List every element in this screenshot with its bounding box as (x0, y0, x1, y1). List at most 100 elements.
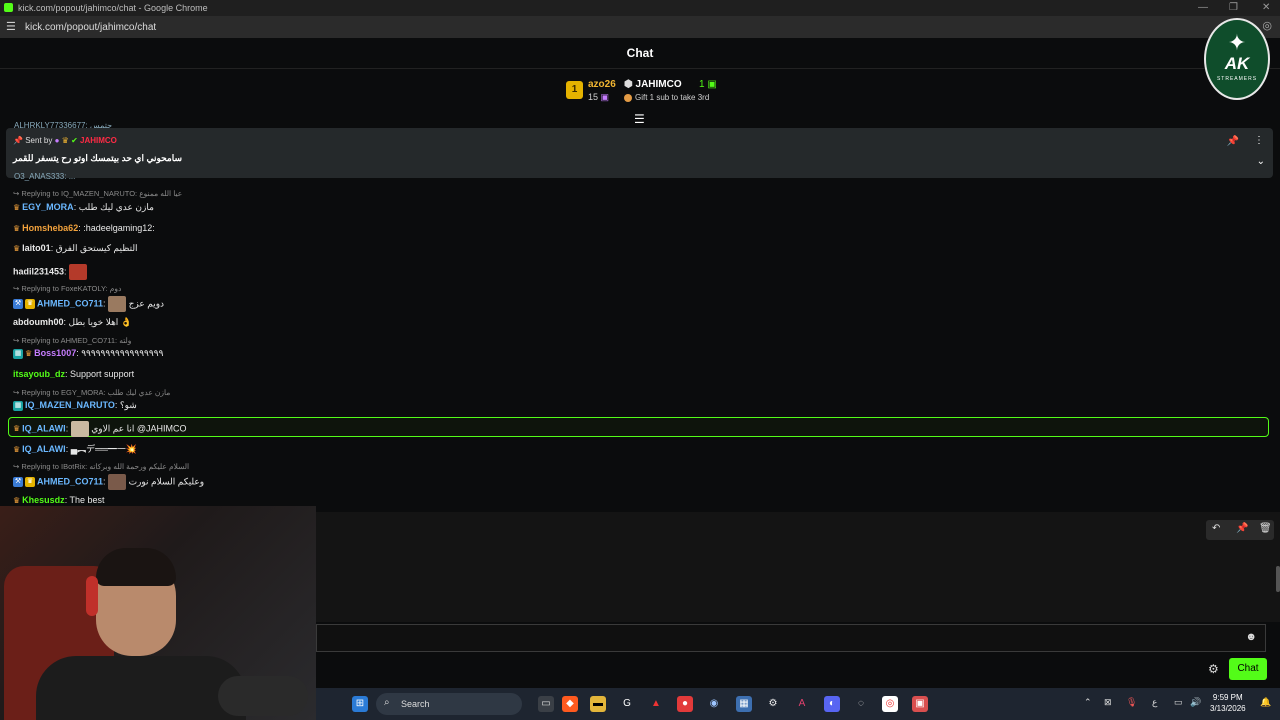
pinned-sender-row: 📌 Sent by ● ♛ ✔ JAHIMCO (13, 136, 117, 145)
chat-username[interactable]: itsayoub_dz (13, 369, 65, 379)
chat-message: ♛ Khesusdz: The best (13, 495, 105, 505)
emote-image (70, 421, 89, 437)
reply-context: ↪ Replying to FoxeKATOLY: دوم (13, 284, 122, 293)
delete-icon[interactable]: 🗑 (1259, 523, 1272, 534)
gift-goal: Gift 1 sub to take 3rd (624, 93, 709, 102)
subscriber-badge-icon: ▦ (13, 400, 23, 411)
chat-username[interactable]: Homsheba62 (22, 223, 78, 233)
chat-username[interactable]: Boss1007 (34, 348, 76, 358)
chat-message: itsayoub_dz: Support support (13, 369, 135, 379)
chat-username[interactable]: hadil231453 (13, 266, 64, 276)
chat-message: ♛ Homsheba62: :hadeelgaming12: (13, 223, 155, 233)
chat-message: ⚒ ♛ AHMED_CO711: دويم عزج (13, 296, 164, 312)
reply-context: ↪ Replying to AHMED_CO711: ولته (13, 336, 132, 345)
windows-start-icon[interactable]: ⊞ (352, 696, 368, 712)
brave-icon[interactable]: ◆ (562, 696, 578, 712)
microphone (218, 676, 308, 716)
chat-username[interactable]: IQ_MAZEN_NARUTO (25, 400, 115, 410)
notification-icon[interactable]: 🔔 (1260, 697, 1271, 708)
reply-text: Replying to AHMED_CO711: ولته (21, 336, 132, 345)
chat-title: Chat (626, 46, 654, 60)
file-explorer-icon[interactable]: ▬ (590, 696, 606, 712)
site-info-icon[interactable]: ☰ (6, 20, 16, 33)
taskbar-search[interactable]: ⌕ Search (376, 693, 522, 715)
close-icon[interactable]: ✕ (1262, 2, 1270, 13)
reply-text: Replying to EGY_MORA: مازن عدي ليك طلب (21, 388, 171, 397)
pinned-message[interactable]: 📌 Sent by ● ♛ ✔ JAHIMCO سامحوني اي حد بي… (6, 128, 1273, 178)
emoji-icon[interactable]: ☻ (1245, 631, 1257, 643)
chevron-down-icon[interactable]: ⌄ (1257, 156, 1265, 167)
crown-badge-icon: ♛ (13, 203, 21, 212)
chat-username[interactable]: Khesusdz (22, 495, 65, 505)
a-app-icon[interactable]: A (794, 696, 810, 712)
gift-leaderboard[interactable]: 1 azo26 15 ▣ ⬢ JAHIMCO 1 ▣ Gift 1 sub to… (566, 78, 766, 108)
chat-username[interactable]: AHMED_CO711 (37, 476, 103, 486)
chat-username[interactable]: IQ_ALAWI (22, 444, 66, 454)
chat-message-text: ▄︻デ══━一💥 (70, 444, 138, 454)
network-app-icon[interactable]: ▦ (736, 696, 752, 712)
rank-badge: 1 (566, 81, 583, 99)
g-app-icon[interactable]: G (619, 696, 635, 712)
streamer-hair (96, 548, 176, 586)
settings-gear-icon[interactable]: ⚙ (1208, 662, 1219, 676)
streamlabs-icon[interactable]: ▣ (912, 696, 928, 712)
obs-icon[interactable]: ◌ (853, 696, 869, 712)
address-bar[interactable]: ☰ kick.com/popout/jahimco/chat ◎ (0, 16, 1280, 38)
chat-message-text: شو؟ (119, 400, 137, 410)
steam-icon[interactable]: ◉ (706, 696, 722, 712)
chat-message-text: The best (69, 495, 105, 505)
url-text[interactable]: kick.com/popout/jahimco/chat (25, 22, 156, 33)
chat-username[interactable]: EGY_MORA (22, 202, 74, 212)
search-label: Search (401, 699, 430, 709)
volume-icon[interactable]: 🔊 (1190, 697, 1201, 708)
chat-username[interactable]: laito01 (22, 243, 51, 253)
reply-icon[interactable]: ↶ (1212, 523, 1220, 534)
reply-text: Replying to FoxeKATOLY: دوم (21, 284, 122, 293)
sort-down-icon[interactable]: ☰ (634, 112, 645, 126)
top-gifter-name[interactable]: azo26 (588, 79, 616, 90)
record-app-icon[interactable]: ● (677, 696, 693, 712)
task-view-icon[interactable]: ▭ (538, 696, 554, 712)
pin-message-icon[interactable]: 📌 (1236, 523, 1248, 534)
reply-context: ↪ Replying to IQ_MAZEN_NARUTO: عيا الله … (13, 189, 183, 198)
reply-text: Replying to IBotRix: السلام عليكم ورحمة … (21, 462, 190, 471)
verified-badge-icon: ✔ (71, 136, 78, 145)
chat-username[interactable]: AHMED_CO711 (37, 298, 103, 308)
tool-badge-icon: ⚒ (13, 477, 23, 487)
language-indicator[interactable]: ع (1152, 697, 1157, 708)
kick-favicon-icon (4, 3, 13, 12)
chrome-icon[interactable]: ◎ (882, 696, 898, 712)
hexagon-icon: ⬢ (624, 79, 633, 90)
streamer-body (36, 656, 246, 720)
pin-icon[interactable]: 📌 (1227, 136, 1239, 147)
discord-icon[interactable]: ◐ (824, 696, 840, 712)
more-options-icon[interactable]: ⋮ (1254, 135, 1264, 146)
network-icon[interactable]: ▭ (1174, 697, 1183, 708)
chat-username[interactable]: IQ_ALAWI (22, 423, 66, 433)
scrollbar-thumb[interactable] (1276, 566, 1280, 592)
send-chat-button[interactable]: Chat (1229, 658, 1267, 680)
clock-date: 3/13/2026 (1210, 704, 1246, 713)
chat-message-text: دويم عزج (128, 298, 165, 309)
chat-input[interactable]: ☻ (316, 624, 1266, 652)
emote-image (108, 474, 127, 490)
chat-message: ▦ ♛ Boss1007: ٩٩٩٩٩٩٩٩٩٩٩٩٩٩٩٩٩ (13, 348, 164, 359)
window-title: kick.com/popout/jahimco/chat - Google Ch… (18, 3, 208, 13)
chat-message: ♛ EGY_MORA: مازن عدي ليك طلب (13, 202, 154, 212)
settings-app-icon[interactable]: ⚙ (765, 696, 781, 712)
streamer-name-wrap[interactable]: ⬢ JAHIMCO (624, 79, 682, 90)
pinned-sender[interactable]: JAHIMCO (80, 136, 117, 145)
tray-overflow-icon[interactable]: ⌃ (1084, 697, 1092, 708)
maximize-icon[interactable]: ❐ (1229, 2, 1238, 13)
chat-username[interactable]: abdoumh00 (13, 317, 64, 327)
reply-text: Replying to IQ_MAZEN_NARUTO: عيا الله مم… (21, 189, 183, 198)
minimize-icon[interactable]: — (1198, 2, 1208, 13)
crown-badge-icon: ♛ (13, 424, 21, 434)
tray-app-icon[interactable]: ⊠ (1104, 697, 1112, 708)
triangle-app-icon[interactable]: ▲ (648, 696, 664, 712)
streamer-name: JAHIMCO (635, 79, 682, 90)
headset (86, 576, 98, 616)
system-clock[interactable]: 9:59 PM 3/13/2026 (1210, 692, 1246, 714)
crown-badge-icon: ♛ (13, 244, 21, 253)
mic-tray-icon[interactable]: 🎙 (1126, 697, 1137, 708)
